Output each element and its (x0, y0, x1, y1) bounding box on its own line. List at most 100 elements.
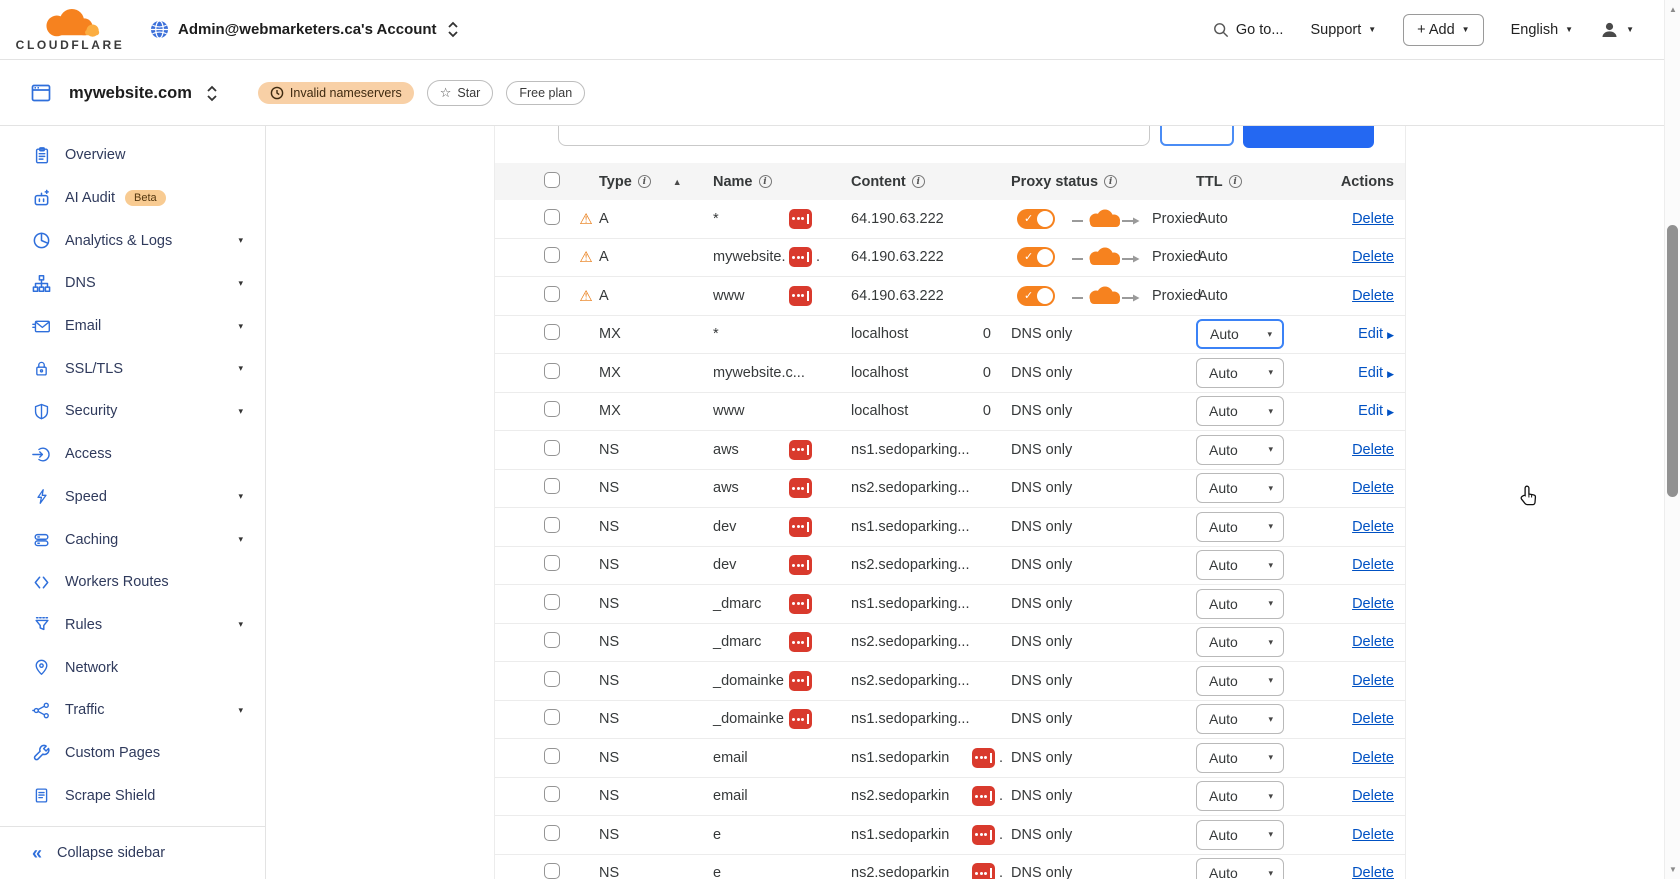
password-manager-tag-icon[interactable] (972, 825, 995, 845)
edit-record-link[interactable]: Edit▶ (1358, 326, 1394, 342)
password-manager-tag-icon[interactable] (789, 440, 812, 460)
delete-record-link[interactable]: Delete (1352, 827, 1394, 843)
delete-record-link[interactable]: Delete (1352, 596, 1394, 612)
chevron-down-icon[interactable]: ▾ (238, 278, 265, 289)
info-icon[interactable]: i (1104, 175, 1117, 188)
row-checkbox[interactable] (544, 863, 560, 879)
ttl-dropdown[interactable]: Auto▾ (1196, 396, 1284, 426)
password-manager-tag-icon[interactable] (789, 478, 812, 498)
ttl-dropdown[interactable]: Auto▾ (1196, 473, 1284, 503)
ttl-dropdown[interactable]: Auto▾ (1196, 743, 1284, 773)
ttl-dropdown[interactable]: Auto▾ (1196, 550, 1284, 580)
sidebar-item-scrape-shield[interactable]: Scrape Shield (0, 774, 265, 817)
delete-record-link[interactable]: Delete (1352, 288, 1394, 304)
select-all-checkbox[interactable] (544, 172, 560, 188)
row-checkbox[interactable] (544, 363, 560, 379)
search-button[interactable] (1160, 126, 1234, 146)
chevron-down-icon[interactable]: ▾ (238, 619, 265, 630)
sidebar-item-traffic[interactable]: Traffic▾ (0, 689, 265, 732)
password-manager-tag-icon[interactable] (789, 555, 812, 575)
sidebar-item-dns[interactable]: DNS▾ (0, 262, 265, 305)
chevron-down-icon[interactable]: ▾ (238, 705, 265, 716)
ttl-dropdown[interactable]: Auto▾ (1196, 589, 1284, 619)
language-menu[interactable]: English ▼ (1511, 22, 1573, 38)
sidebar-item-security[interactable]: Security▾ (0, 390, 265, 433)
password-manager-tag-icon[interactable] (789, 709, 812, 729)
row-checkbox[interactable] (544, 555, 560, 571)
account-switcher[interactable]: Admin@webmarketers.ca's Account (150, 20, 460, 39)
row-checkbox[interactable] (544, 517, 560, 533)
password-manager-tag-icon[interactable] (972, 863, 995, 879)
user-menu[interactable]: ▼ (1600, 21, 1634, 39)
password-manager-tag-icon[interactable] (789, 632, 812, 652)
row-checkbox[interactable] (544, 709, 560, 725)
ttl-dropdown[interactable]: Auto▾ (1196, 319, 1284, 349)
ttl-dropdown[interactable]: Auto▾ (1196, 627, 1284, 657)
support-menu[interactable]: Support ▼ (1310, 22, 1376, 38)
nameserver-status-badge[interactable]: Invalid nameservers (258, 82, 414, 104)
scrollbar-thumb[interactable] (1667, 225, 1678, 497)
sidebar-item-caching[interactable]: Caching▾ (0, 518, 265, 561)
ttl-dropdown[interactable]: Auto▾ (1196, 781, 1284, 811)
add-button[interactable]: + Add ▼ (1403, 14, 1483, 46)
delete-record-link[interactable]: Delete (1352, 557, 1394, 573)
delete-record-link[interactable]: Delete (1352, 865, 1394, 879)
row-checkbox[interactable] (544, 440, 560, 456)
password-manager-tag-icon[interactable] (789, 594, 812, 614)
password-manager-tag-icon[interactable] (972, 748, 995, 768)
delete-record-link[interactable]: Delete (1352, 211, 1394, 227)
sidebar-item-analytics-logs[interactable]: Analytics & Logs▾ (0, 219, 265, 262)
row-checkbox[interactable] (544, 825, 560, 841)
info-icon[interactable]: i (759, 175, 772, 188)
ttl-dropdown[interactable]: Auto▾ (1196, 512, 1284, 542)
chevron-down-icon[interactable]: ▾ (238, 534, 265, 545)
cloudflare-logo[interactable]: CLOUDFLARE (18, 8, 122, 52)
row-checkbox[interactable] (544, 748, 560, 764)
site-selector-icon[interactable] (205, 85, 219, 102)
row-checkbox[interactable] (544, 671, 560, 687)
edit-record-link[interactable]: Edit▶ (1358, 403, 1394, 419)
sidebar-item-ai-audit[interactable]: AI AuditBeta (0, 177, 265, 220)
password-manager-tag-icon[interactable] (789, 286, 812, 306)
ttl-dropdown[interactable]: Auto▾ (1196, 435, 1284, 465)
sidebar-item-rules[interactable]: Rules▾ (0, 604, 265, 647)
sidebar-item-overview[interactable]: Overview (0, 134, 265, 177)
password-manager-tag-icon[interactable] (972, 786, 995, 806)
delete-record-link[interactable]: Delete (1352, 634, 1394, 650)
delete-record-link[interactable]: Delete (1352, 249, 1394, 265)
row-checkbox[interactable] (544, 209, 560, 225)
row-checkbox[interactable] (544, 401, 560, 417)
row-checkbox[interactable] (544, 324, 560, 340)
row-checkbox[interactable] (544, 247, 560, 263)
delete-record-link[interactable]: Delete (1352, 711, 1394, 727)
row-checkbox[interactable] (544, 786, 560, 802)
sidebar-item-network[interactable]: Network (0, 646, 265, 689)
proxy-toggle[interactable] (1017, 209, 1055, 229)
delete-record-link[interactable]: Delete (1352, 519, 1394, 535)
chevron-down-icon[interactable]: ▾ (238, 491, 265, 502)
row-checkbox[interactable] (544, 632, 560, 648)
sidebar-item-email[interactable]: Email▾ (0, 305, 265, 348)
goto-search[interactable]: Go to... (1213, 22, 1284, 38)
scroll-down-arrow-icon[interactable]: ▼ (1665, 865, 1680, 874)
ttl-dropdown[interactable]: Auto▾ (1196, 820, 1284, 850)
password-manager-tag-icon[interactable] (789, 247, 812, 267)
info-icon[interactable]: i (912, 175, 925, 188)
row-checkbox[interactable] (544, 594, 560, 610)
info-icon[interactable]: i (638, 175, 651, 188)
dns-search-input[interactable] (558, 126, 1150, 146)
sidebar-item-ssl-tls[interactable]: SSL/TLS▾ (0, 347, 265, 390)
ttl-dropdown[interactable]: Auto▾ (1196, 704, 1284, 734)
sidebar-item-custom-pages[interactable]: Custom Pages (0, 732, 265, 775)
scroll-up-arrow-icon[interactable]: ▲ (1665, 5, 1680, 14)
chevron-down-icon[interactable]: ▾ (238, 363, 265, 374)
edit-record-link[interactable]: Edit▶ (1358, 365, 1394, 381)
delete-record-link[interactable]: Delete (1352, 480, 1394, 496)
vertical-scrollbar[interactable]: ▲ ▼ (1664, 0, 1680, 879)
proxy-toggle[interactable] (1017, 247, 1055, 267)
collapse-sidebar-button[interactable]: « Collapse sidebar (0, 827, 265, 879)
row-checkbox[interactable] (544, 286, 560, 302)
row-checkbox[interactable] (544, 478, 560, 494)
ttl-dropdown[interactable]: Auto▾ (1196, 666, 1284, 696)
password-manager-tag-icon[interactable] (789, 517, 812, 537)
